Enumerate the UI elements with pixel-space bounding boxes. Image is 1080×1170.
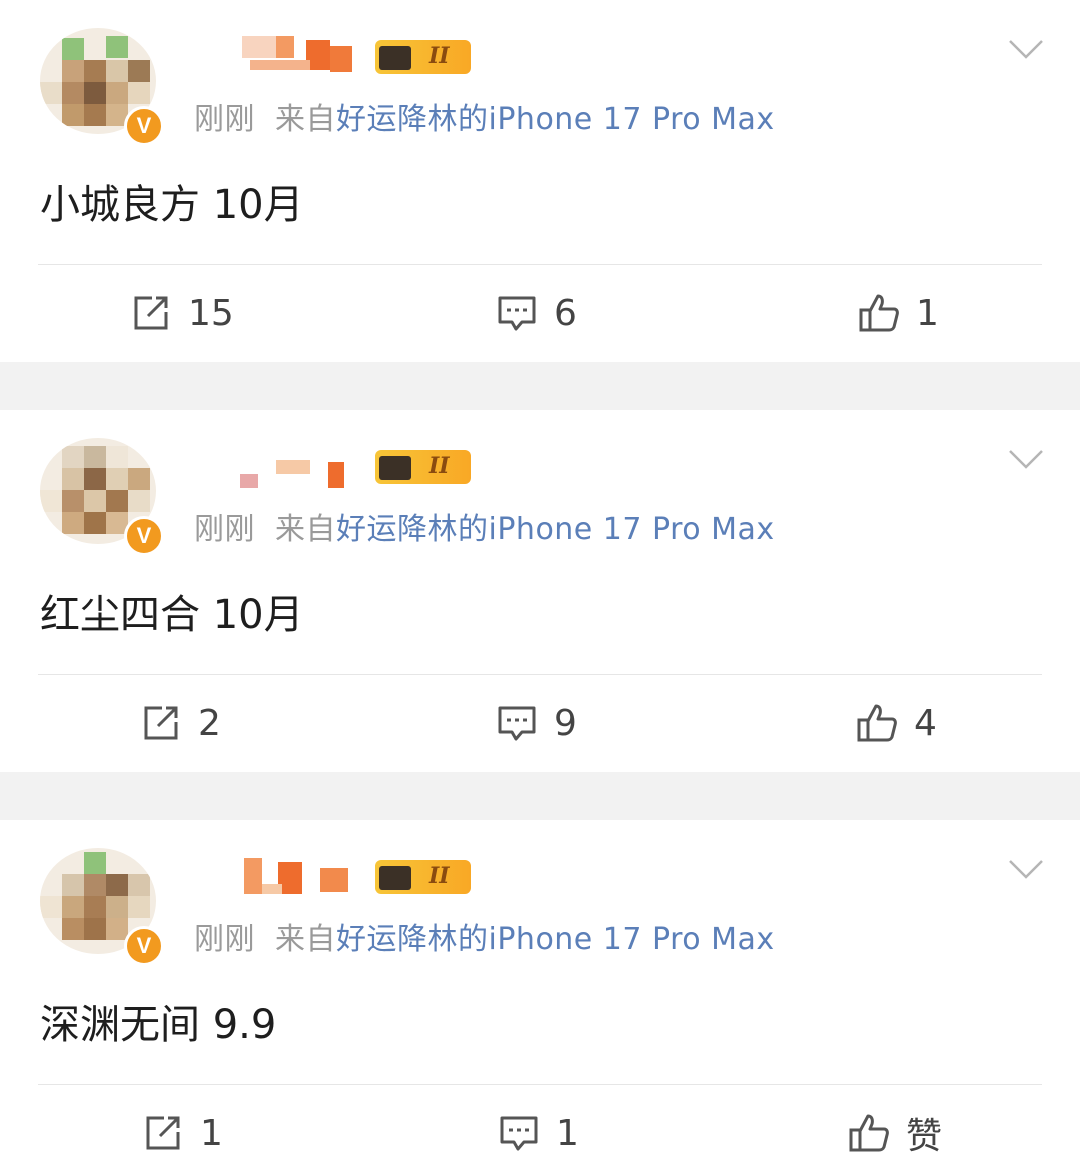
repost-button[interactable]: 2 bbox=[140, 696, 221, 750]
verified-badge: V bbox=[124, 106, 164, 146]
comment-button[interactable]: 6 bbox=[496, 286, 577, 340]
post-meta: 刚刚 来自好运降林的iPhone 17 Pro Max bbox=[194, 94, 775, 138]
comment-count: 1 bbox=[556, 1112, 579, 1154]
username-obscured[interactable]: II bbox=[190, 854, 480, 898]
post-separator bbox=[0, 362, 1080, 410]
post-text[interactable]: 小城良方 10月 bbox=[40, 172, 304, 230]
post-card[interactable]: V II 刚刚 来自好运降林的iPhone 17 Pro Max 小城良方 10月 bbox=[0, 0, 1080, 362]
member-level-badge[interactable]: II bbox=[375, 450, 471, 484]
action-bar: 1 1 赞 bbox=[0, 1106, 1080, 1160]
action-bar: 15 6 1 bbox=[0, 286, 1080, 340]
member-level-badge[interactable]: II bbox=[375, 40, 471, 74]
avatar[interactable]: V bbox=[40, 848, 164, 966]
from-prefix: 来自 bbox=[275, 922, 336, 957]
from-prefix: 来自 bbox=[275, 102, 336, 137]
action-bar: 2 9 4 bbox=[0, 696, 1080, 750]
chevron-down-icon[interactable] bbox=[1008, 38, 1044, 60]
post-text[interactable]: 深渊无间 9.9 bbox=[40, 992, 276, 1050]
repost-icon bbox=[146, 1116, 180, 1150]
like-button[interactable]: 1 bbox=[858, 286, 939, 340]
like-button[interactable]: 4 bbox=[856, 696, 937, 750]
thumbs-up-icon bbox=[859, 294, 899, 332]
weibo-feed: V II 刚刚 来自好运降林的iPhone 17 Pro Max 小城良方 10月 bbox=[0, 0, 1080, 1170]
divider bbox=[38, 264, 1042, 265]
device-source-link[interactable]: 好运降林的iPhone 17 Pro Max bbox=[336, 512, 775, 547]
like-button[interactable]: 赞 bbox=[848, 1106, 942, 1160]
comment-count: 6 bbox=[554, 292, 577, 334]
divider bbox=[38, 1084, 1042, 1085]
verified-badge: V bbox=[124, 926, 164, 966]
like-label: 赞 bbox=[906, 1116, 943, 1157]
post-text[interactable]: 红尘四合 10月 bbox=[40, 582, 304, 640]
comment-icon bbox=[500, 1116, 538, 1151]
repost-icon bbox=[144, 706, 178, 740]
device-source-link[interactable]: 好运降林的iPhone 17 Pro Max bbox=[336, 102, 775, 137]
avatar[interactable]: V bbox=[40, 28, 164, 146]
repost-button[interactable]: 1 bbox=[142, 1106, 223, 1160]
post-card[interactable]: V II 刚刚 来自好运降林的iPhone 17 Pro Max 深渊无间 9.9 bbox=[0, 820, 1080, 1170]
comment-icon bbox=[498, 296, 536, 331]
post-card[interactable]: V II 刚刚 来自好运降林的iPhone 17 Pro Max 红尘四合 10月 bbox=[0, 410, 1080, 772]
username-obscured[interactable]: II bbox=[190, 34, 480, 78]
post-time: 刚刚 bbox=[194, 512, 255, 547]
repost-count: 1 bbox=[200, 1112, 223, 1154]
comment-icon bbox=[498, 706, 536, 741]
post-time: 刚刚 bbox=[194, 922, 255, 957]
like-count: 4 bbox=[914, 702, 937, 744]
post-meta: 刚刚 来自好运降林的iPhone 17 Pro Max bbox=[194, 914, 775, 958]
repost-count: 15 bbox=[188, 292, 234, 334]
comment-button[interactable]: 1 bbox=[498, 1106, 579, 1160]
thumbs-up-icon bbox=[849, 1114, 889, 1152]
comment-count: 9 bbox=[554, 702, 577, 744]
username-obscured[interactable]: II bbox=[190, 444, 480, 488]
from-prefix: 来自 bbox=[275, 512, 336, 547]
thumbs-up-icon bbox=[857, 704, 897, 742]
avatar[interactable]: V bbox=[40, 438, 164, 556]
chevron-down-icon[interactable] bbox=[1008, 858, 1044, 880]
chevron-down-icon[interactable] bbox=[1008, 448, 1044, 470]
repost-button[interactable]: 15 bbox=[130, 286, 234, 340]
verified-badge: V bbox=[124, 516, 164, 556]
post-meta: 刚刚 来自好运降林的iPhone 17 Pro Max bbox=[194, 504, 775, 548]
repost-count: 2 bbox=[198, 702, 221, 744]
comment-button[interactable]: 9 bbox=[496, 696, 577, 750]
divider bbox=[38, 674, 1042, 675]
post-time: 刚刚 bbox=[194, 102, 255, 137]
repost-icon bbox=[134, 296, 168, 330]
post-separator bbox=[0, 772, 1080, 820]
like-count: 1 bbox=[916, 292, 939, 334]
device-source-link[interactable]: 好运降林的iPhone 17 Pro Max bbox=[336, 922, 775, 957]
member-level-badge[interactable]: II bbox=[375, 860, 471, 894]
